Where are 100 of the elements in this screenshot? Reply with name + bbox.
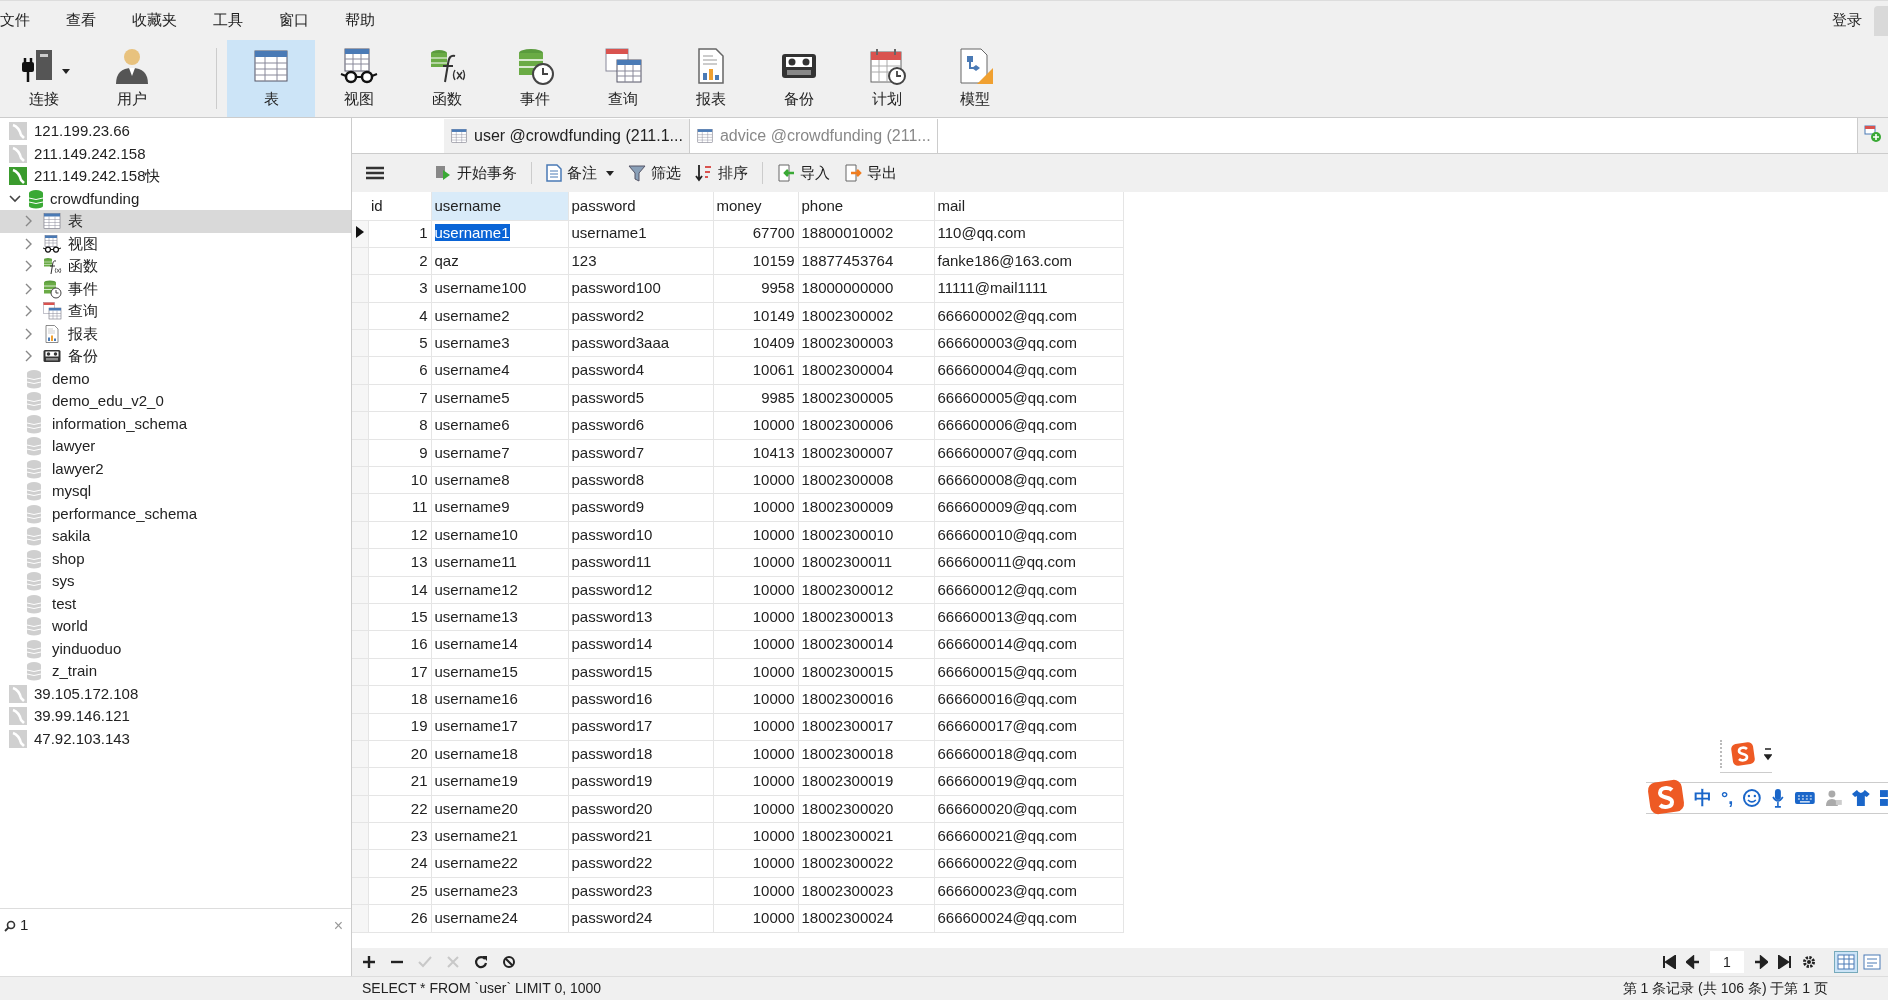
ime-logo-icon[interactable] bbox=[1730, 741, 1756, 767]
tree-item[interactable]: 211.149.242.158快 bbox=[0, 165, 351, 188]
table-cell[interactable]: 123 bbox=[571, 251, 597, 269]
table-cell[interactable]: 16 bbox=[410, 635, 428, 653]
tree-item[interactable]: test bbox=[0, 592, 351, 615]
table-cell[interactable]: 18002300014 bbox=[801, 635, 894, 653]
table-cell[interactable]: 666600010@qq.com bbox=[937, 525, 1077, 543]
table-cell[interactable]: 18002300021 bbox=[801, 827, 894, 845]
tree-item[interactable]: 表 bbox=[0, 210, 351, 233]
table-cell[interactable]: 666600015@qq.com bbox=[937, 662, 1077, 680]
table-cell[interactable]: 18002300006 bbox=[801, 416, 894, 434]
table-cell[interactable]: password6 bbox=[571, 416, 645, 434]
first-page-icon[interactable] bbox=[1662, 955, 1676, 969]
table-cell[interactable]: 666600012@qq.com bbox=[937, 580, 1077, 598]
chevron-icon[interactable] bbox=[8, 194, 22, 203]
grid-icon[interactable] bbox=[1880, 789, 1888, 807]
table-cell[interactable]: username18 bbox=[434, 744, 518, 762]
table-cell[interactable]: 10000 bbox=[752, 827, 795, 845]
menu-item[interactable]: 工具 bbox=[213, 9, 243, 32]
menu-item[interactable]: 查看 bbox=[66, 9, 96, 32]
table-cell[interactable]: 10061 bbox=[752, 361, 795, 379]
table-cell[interactable]: 5 bbox=[419, 334, 428, 351]
table-cell[interactable]: 666600013@qq.com bbox=[937, 607, 1077, 625]
tree-item[interactable]: lawyer bbox=[0, 435, 351, 458]
table-cell[interactable]: 13 bbox=[410, 553, 428, 571]
table-cell[interactable]: 24 bbox=[410, 854, 428, 872]
table-cell[interactable]: username5 bbox=[434, 388, 510, 406]
toolbar-button[interactable]: 筛选 bbox=[628, 161, 681, 185]
table-cell[interactable]: 18002300007 bbox=[801, 443, 894, 461]
table-cell[interactable]: 3 bbox=[419, 279, 428, 297]
table-cell[interactable]: username2 bbox=[434, 306, 510, 324]
table-cell[interactable]: username20 bbox=[434, 799, 518, 817]
table-cell[interactable]: username13 bbox=[434, 607, 518, 625]
toolbar-button[interactable]: 用户 bbox=[88, 40, 176, 117]
tree-item[interactable]: 39.105.172.108 bbox=[0, 682, 351, 705]
menu-item[interactable]: 收藏夹 bbox=[132, 9, 177, 32]
table-cell[interactable]: 10159 bbox=[752, 251, 795, 269]
toolbar-button[interactable]: 函数 bbox=[403, 40, 491, 117]
table-cell[interactable]: 18002300016 bbox=[801, 690, 894, 708]
table-cell[interactable]: password14 bbox=[571, 635, 653, 653]
table-cell[interactable]: 11 bbox=[411, 498, 428, 516]
tree-item[interactable]: demo bbox=[0, 367, 351, 390]
toolbar-button[interactable]: 查询 bbox=[579, 40, 667, 117]
table-cell[interactable]: 110@qq.com bbox=[937, 224, 1026, 242]
ime-punctuation-text[interactable]: °, bbox=[1721, 784, 1734, 812]
table-cell[interactable]: 18002300011 bbox=[801, 553, 893, 571]
tree-item[interactable]: information_schema bbox=[0, 412, 351, 435]
table-cell[interactable]: username17 bbox=[434, 717, 518, 735]
table-cell[interactable]: password100 bbox=[571, 279, 661, 297]
table-cell[interactable]: password17 bbox=[571, 717, 653, 735]
table-cell[interactable]: 10000 bbox=[752, 772, 795, 790]
table-cell[interactable]: password9 bbox=[571, 498, 645, 516]
table-cell[interactable]: qaz bbox=[434, 251, 459, 269]
microphone-icon[interactable] bbox=[1770, 788, 1785, 808]
column-header[interactable]: phone bbox=[798, 192, 934, 220]
table-cell[interactable]: 10000 bbox=[752, 799, 795, 817]
column-header[interactable]: mail bbox=[934, 192, 1123, 220]
table-cell[interactable]: username15 bbox=[434, 662, 518, 680]
table-cell[interactable]: 666600004@qq.com bbox=[937, 361, 1077, 379]
table-cell[interactable]: 8 bbox=[419, 416, 428, 434]
table-cell[interactable]: username14 bbox=[434, 635, 518, 653]
toolbar-button[interactable]: 连接 bbox=[0, 40, 88, 117]
table-cell[interactable]: username22 bbox=[434, 854, 518, 872]
table-cell[interactable]: password19 bbox=[571, 772, 653, 790]
tree-item[interactable]: yinduoduo bbox=[0, 637, 351, 660]
table-cell[interactable]: 18002300010 bbox=[801, 525, 894, 543]
table-cell[interactable]: 10000 bbox=[752, 580, 795, 598]
toolbar-button[interactable]: 备注 bbox=[546, 161, 614, 185]
table-cell[interactable]: 18002300003 bbox=[801, 334, 894, 351]
table-cell[interactable]: 18002300017 bbox=[801, 717, 894, 735]
column-header[interactable]: id bbox=[368, 192, 431, 220]
table-cell[interactable]: 23 bbox=[410, 827, 428, 845]
table-cell[interactable]: 666600016@qq.com bbox=[937, 690, 1077, 708]
search-field[interactable]: 1 × bbox=[0, 911, 351, 940]
table-cell[interactable]: 18002300022 bbox=[801, 854, 894, 872]
table-cell[interactable]: 666600022@qq.com bbox=[937, 854, 1077, 872]
table-cell[interactable]: username16 bbox=[434, 690, 518, 708]
tree-item[interactable]: 备份 bbox=[0, 345, 351, 368]
table-cell[interactable]: password13 bbox=[571, 607, 653, 625]
table-cell[interactable]: 10000 bbox=[752, 498, 795, 516]
table-cell[interactable]: username8 bbox=[434, 470, 510, 488]
table-cell[interactable]: 18002300013 bbox=[801, 607, 894, 625]
next-page-icon[interactable] bbox=[1754, 955, 1768, 969]
table-cell[interactable]: password12 bbox=[571, 580, 653, 598]
tree-item[interactable]: mysql bbox=[0, 480, 351, 503]
table-cell[interactable]: password23 bbox=[571, 881, 653, 899]
table-cell[interactable]: 18002300023 bbox=[801, 881, 894, 899]
toolbar-button[interactable]: 模型 bbox=[931, 40, 1019, 117]
expand-arrows-icon[interactable] bbox=[1764, 747, 1772, 761]
table-cell[interactable]: username24 bbox=[434, 909, 518, 927]
table-cell[interactable]: 666600006@qq.com bbox=[937, 416, 1077, 434]
table-cell[interactable]: username1 bbox=[434, 224, 510, 242]
table-cell[interactable]: username19 bbox=[434, 772, 518, 790]
table-cell[interactable]: 666600017@qq.com bbox=[937, 717, 1077, 735]
table-cell[interactable]: 18002300004 bbox=[801, 361, 894, 379]
table-cell[interactable]: 666600021@qq.com bbox=[937, 827, 1077, 845]
table-cell[interactable]: 15 bbox=[410, 607, 428, 625]
table-cell[interactable]: 18002300018 bbox=[801, 744, 894, 762]
tree-item[interactable]: shop bbox=[0, 547, 351, 570]
table-cell[interactable]: password24 bbox=[571, 909, 653, 927]
